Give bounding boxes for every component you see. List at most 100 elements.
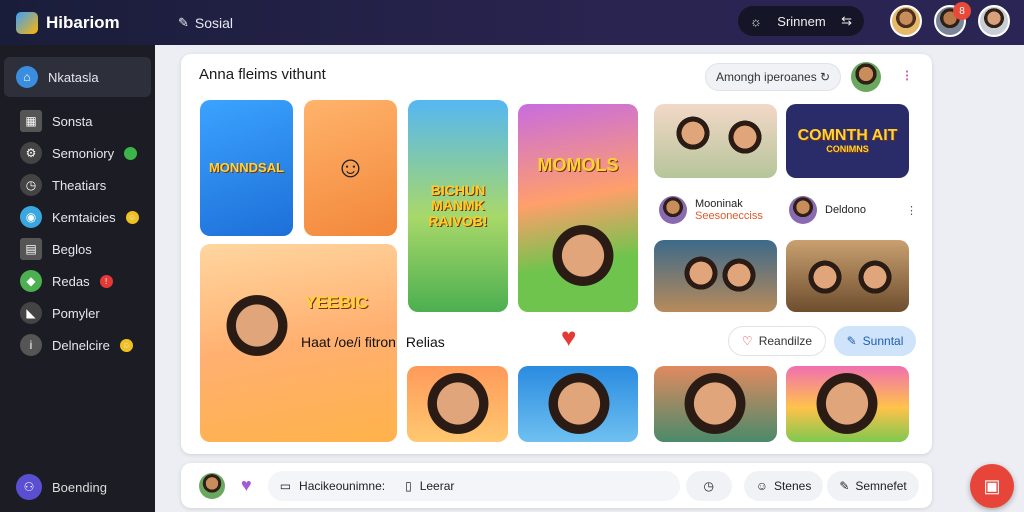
child-image (856, 260, 894, 298)
status-pill[interactable]: ☼ Srinnem ⇆ (738, 6, 864, 36)
clock-icon: ◷ (703, 478, 714, 493)
sidebar-item-1[interactable]: ▦ Sonsta (0, 105, 155, 137)
sidebar-footer[interactable]: ⚇ Boending (16, 474, 107, 500)
sidebar-item-2[interactable]: ⚙ Semoniory (0, 137, 155, 169)
child-image (674, 116, 712, 154)
sidebar-item-label: Delnelcire (52, 337, 110, 353)
megaphone-icon: ◣ (20, 302, 42, 324)
sidebar-item-7[interactable]: ◣ Pomyler (0, 297, 155, 329)
edit-icon: ✎ (846, 334, 857, 348)
refresh-icon: ↻ (819, 70, 830, 84)
sidebar-footer-label: Boending (52, 479, 107, 495)
avatar[interactable] (199, 472, 225, 499)
profile-card-2[interactable]: Deldono ⋮ (789, 196, 917, 224)
child-image (544, 372, 614, 442)
heart-icon[interactable]: ♥ (561, 322, 576, 353)
media-tile-8[interactable] (786, 240, 909, 312)
tile-title: BICHUN MANMK RAIVOB! (428, 181, 488, 229)
sidebar-item-label: Semoniory (52, 145, 115, 161)
globe-icon: ◉ (20, 206, 42, 228)
stenes-button[interactable]: ☺ Stenes (743, 470, 824, 501)
pencil-icon: ✎ (178, 14, 189, 30)
sidebar-item-8[interactable]: i Delnelcire ☺ (0, 329, 155, 361)
sidebar-item-label: Pomyler (52, 305, 100, 321)
child-image (548, 224, 618, 294)
message-input-text: Hacikeounimne: (299, 478, 386, 493)
tile-title: MOMOLS (537, 155, 619, 175)
message-input[interactable]: ▭ Hacikeounimne: ▯ Leerar (267, 470, 680, 501)
section-label-2: Relias (405, 334, 445, 350)
smile-icon: ☺ (755, 478, 768, 493)
chat-icon: ▭ (279, 478, 292, 493)
tile-title: COMNTH AIT (797, 127, 898, 145)
media-tile-6[interactable]: COMNTH AIT CONIMNS (786, 104, 909, 178)
search-text: Amongh iperoanes (716, 70, 817, 84)
media-tile-4[interactable]: MOMOLS (518, 104, 638, 312)
emoji-badge: ☺ (119, 338, 133, 352)
media-tile-11[interactable] (654, 366, 777, 442)
main-panel: Anna fleims vithunt Amongh iperoanes ↻ ⁝… (181, 54, 932, 454)
media-tile-10[interactable] (518, 366, 638, 442)
avatar[interactable] (851, 62, 881, 92)
emoji-badge: ☺ (125, 210, 139, 224)
sidebar-item-label: Redas (52, 273, 90, 289)
sidebar-item-3[interactable]: ◷ Theatiars (0, 169, 155, 201)
media-tile-2[interactable]: ☺ (304, 100, 397, 236)
heart-icon[interactable]: ♥ (241, 475, 252, 496)
chat-fab-button[interactable]: ▣ (970, 464, 1014, 508)
section-label-1: Haat /oe/i fitron (301, 334, 396, 350)
media-tile-3[interactable]: BICHUN MANMK RAIVOB! (408, 100, 508, 312)
info-icon: i (20, 334, 42, 356)
sidebar-item-active[interactable]: ⌂ Nkatasla (4, 57, 151, 97)
tile-title: MONNDSAL (208, 159, 285, 175)
clock-icon: ◷ (20, 174, 42, 196)
app-logo[interactable]: Hibariom (16, 11, 166, 34)
sidebar-item-6[interactable]: ◆ Redas ! (0, 265, 155, 297)
link-icon: ⇆ (841, 13, 852, 28)
tile-subtitle: CONIMNS (826, 143, 869, 154)
bottom-bar: ♥ ▭ Hacikeounimne: ▯ Leerar ◷ ☺ Stenes ✎… (181, 463, 932, 508)
avatar-user-3[interactable] (978, 5, 1010, 37)
profile-name: Mooninak (695, 198, 743, 210)
avatar-user-2[interactable]: 8 (934, 2, 971, 37)
media-tile-7[interactable] (654, 240, 777, 312)
more-icon[interactable]: ⁝ (897, 66, 917, 86)
timer-button[interactable]: ◷ (685, 470, 732, 501)
avatar (659, 196, 687, 224)
media-tile-9[interactable] (407, 366, 508, 442)
profile-card-1[interactable]: Mooninak Seesonecciss (659, 196, 763, 224)
sidebar-item-label: Kemtaicies (52, 209, 116, 225)
reandilze-button[interactable]: ♡ Reandilze (728, 326, 826, 356)
message-icon: ▣ (983, 475, 1001, 496)
tile-title: YEEBIC (305, 293, 369, 312)
page-title: Anna fleims vithunt (199, 66, 326, 83)
profile-sub: Seesonecciss (695, 210, 763, 222)
media-tile-1[interactable]: MONNDSAL (200, 100, 293, 236)
nav-social[interactable]: ✎ Sosial (178, 15, 233, 31)
button-label: Stenes (773, 478, 812, 493)
avatar-user-1[interactable] (890, 5, 922, 37)
notification-badge: 8 (953, 2, 971, 20)
child-image (682, 256, 720, 294)
child-image (680, 372, 750, 442)
logo-icon (16, 11, 38, 34)
media-tile-5[interactable] (654, 104, 777, 178)
more-icon[interactable]: ⋮ (906, 204, 917, 217)
sidebar-item-5[interactable]: ▤ Beglos (0, 233, 155, 265)
avatar (789, 196, 817, 224)
sidebar-item-4[interactable]: ◉ Kemtaicies ☺ (0, 201, 155, 233)
child-image (806, 260, 844, 298)
search-input[interactable]: Amongh iperoanes ↻ (705, 63, 841, 91)
sidebar: ⌂ Nkatasla ▦ Sonsta ⚙ Semoniory ◷ Theati… (0, 45, 155, 512)
map-icon: ◆ (20, 270, 42, 292)
button-label: Sunntal (862, 334, 904, 348)
media-tile-12[interactable] (786, 366, 909, 442)
sidebar-item-label: Nkatasla (48, 69, 99, 85)
sunntal-button[interactable]: ✎ Sunntal (834, 326, 916, 356)
semnefet-button[interactable]: ✎ Semnefet (827, 470, 919, 501)
alert-badge: ! (99, 274, 113, 288)
grid-icon: ⌂ (16, 66, 38, 88)
status-pill-label: Srinnem (777, 13, 826, 29)
child-image (812, 372, 882, 442)
child-image (720, 258, 758, 296)
